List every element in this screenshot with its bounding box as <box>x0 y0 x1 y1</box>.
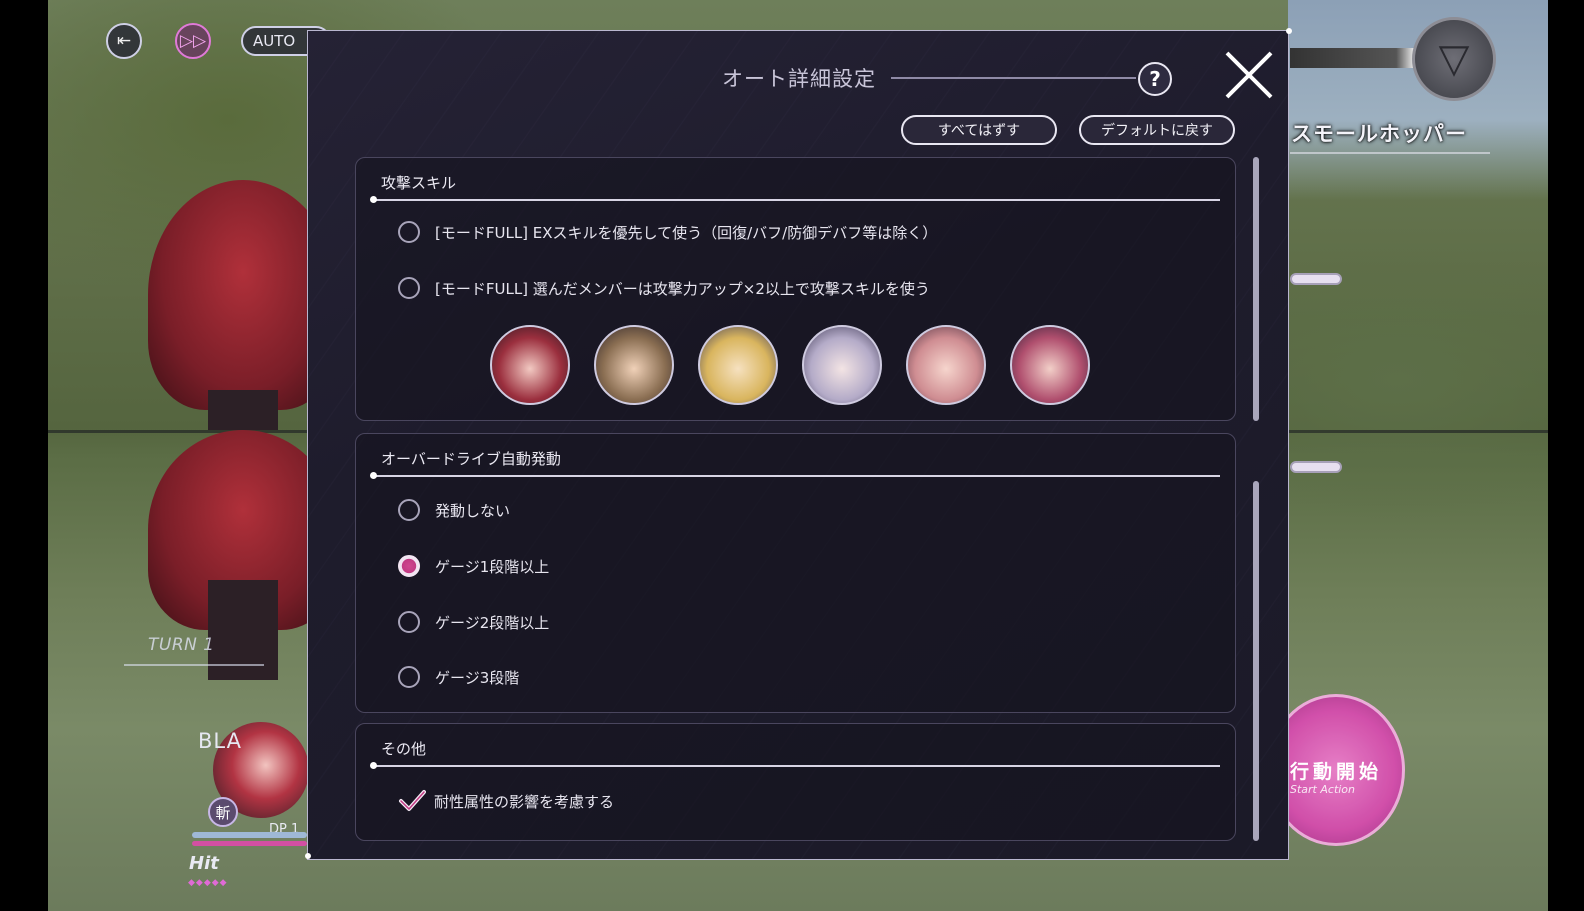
fast-forward-icon: ▷▷ <box>179 31 207 51</box>
radio-button[interactable] <box>398 499 420 521</box>
dialog-title: オート詳細設定 <box>722 67 876 91</box>
option-label: [モードFULL] 選んだメンバーは攻撃力アップ×2以上で攻撃スキルを使う <box>435 279 930 298</box>
section-overdrive: オーバードライブ自動発動 発動しない ゲージ1段階以上 ゲージ2段階以上 ゲージ… <box>355 433 1236 713</box>
option-label: 発動しない <box>435 501 511 520</box>
sky <box>1288 0 1548 200</box>
option-gauge-1[interactable]: ゲージ1段階以上 <box>398 555 549 577</box>
section-title: 攻撃スキル <box>381 174 457 192</box>
option-resistance-consider[interactable]: 耐性属性の影響を考慮する <box>398 788 614 814</box>
radio-button-selected[interactable] <box>398 555 420 577</box>
exit-icon: ⇤ <box>116 31 132 51</box>
clear-all-button[interactable]: すべてはずす <box>901 115 1057 145</box>
member-avatar[interactable] <box>490 325 570 405</box>
radio-button[interactable] <box>398 277 420 299</box>
option-overdrive-off[interactable]: 発動しない <box>398 499 510 521</box>
start-action-label: 行動開始 <box>1290 761 1383 783</box>
section-rule <box>372 765 1220 767</box>
radio-button[interactable] <box>398 666 420 688</box>
option-label: ゲージ3段階 <box>435 668 520 687</box>
checkmark-icon <box>399 790 426 811</box>
corner-dot <box>1286 28 1292 34</box>
section-rule <box>372 475 1220 477</box>
turn-counter: TURN 1 <box>148 635 215 655</box>
close-icon <box>1225 51 1273 99</box>
scrollbar-thumb[interactable] <box>1253 481 1259 841</box>
hit-dots: ◆◆◆◆◆ <box>188 878 228 888</box>
option-gauge-2[interactable]: ゲージ2段階以上 <box>398 611 549 633</box>
member-avatar[interactable] <box>1010 325 1090 405</box>
option-ex-skill-priority[interactable]: [モードFULL] EXスキルを優先して使う（回復/バフ/防御デバフ等は除く） <box>398 221 937 243</box>
fast-forward-button[interactable]: ▷▷ <box>175 23 211 59</box>
help-button[interactable]: ? <box>1138 62 1172 96</box>
option-label: [モードFULL] EXスキルを優先して使う（回復/バフ/防御デバフ等は除く） <box>435 223 938 242</box>
character-name: BLA <box>198 729 242 753</box>
slash-attribute-icon: 斬 <box>208 797 238 827</box>
auto-label: AUTO <box>253 32 296 50</box>
sp-bar <box>192 841 307 846</box>
radio-button[interactable] <box>398 611 420 633</box>
option-gauge-3[interactable]: ゲージ3段階 <box>398 666 519 688</box>
member-avatar[interactable] <box>594 325 674 405</box>
hp-bar <box>192 832 307 838</box>
scrollbar-thumb[interactable] <box>1253 157 1259 421</box>
turn-underline <box>124 664 264 666</box>
enemy-name: スモールホッパー <box>1291 122 1467 146</box>
start-action-sublabel: Start Action <box>1290 783 1356 796</box>
member-avatar-list <box>490 325 1090 405</box>
clear-all-label: すべてはずす <box>937 123 1021 139</box>
reset-default-label: デフォルトに戻す <box>1101 123 1213 139</box>
section-rule <box>372 199 1220 201</box>
section-attack-skill: 攻撃スキル [モードFULL] EXスキルを優先して使う（回復/バフ/防御デバフ… <box>355 157 1236 421</box>
section-other: その他 耐性属性の影響を考慮する <box>355 723 1236 841</box>
checkbox[interactable] <box>398 788 426 814</box>
corner-dot <box>305 853 311 859</box>
help-icon: ? <box>1149 67 1161 91</box>
option-label: 耐性属性の影響を考慮する <box>434 792 615 811</box>
option-label: ゲージ2段階以上 <box>435 613 550 632</box>
option-label: ゲージ1段階以上 <box>435 557 550 576</box>
enemy-name-underline <box>1290 152 1490 154</box>
section-rule-dot <box>370 196 377 203</box>
reset-default-button[interactable]: デフォルトに戻す <box>1079 115 1235 145</box>
option-attack-up-members[interactable]: [モードFULL] 選んだメンバーは攻撃力アップ×2以上で攻撃スキルを使う <box>398 277 930 299</box>
member-avatar[interactable] <box>802 325 882 405</box>
member-avatar[interactable] <box>906 325 986 405</box>
character-legs-top <box>208 390 278 430</box>
section-rule-dot <box>370 762 377 769</box>
member-avatar[interactable] <box>698 325 778 405</box>
enemy-top-bar <box>1290 48 1415 68</box>
section-title: オーバードライブ自動発動 <box>381 450 561 468</box>
section-title: その他 <box>381 740 427 758</box>
title-rule <box>891 77 1136 79</box>
auto-settings-dialog: オート詳細設定 ? すべてはずす デフォルトに戻す 攻撃スキル [モードFULL… <box>305 28 1292 860</box>
enemy-emblem-icon: ▽ <box>1412 17 1496 101</box>
section-rule-dot <box>370 472 377 479</box>
exit-battle-button[interactable]: ⇤ <box>106 23 142 59</box>
enemy-bar-bottom <box>1290 461 1342 473</box>
hit-counter: Hit <box>189 853 219 874</box>
close-button[interactable] <box>1223 49 1275 101</box>
radio-button[interactable] <box>398 221 420 243</box>
enemy-bar-top <box>1290 273 1342 285</box>
